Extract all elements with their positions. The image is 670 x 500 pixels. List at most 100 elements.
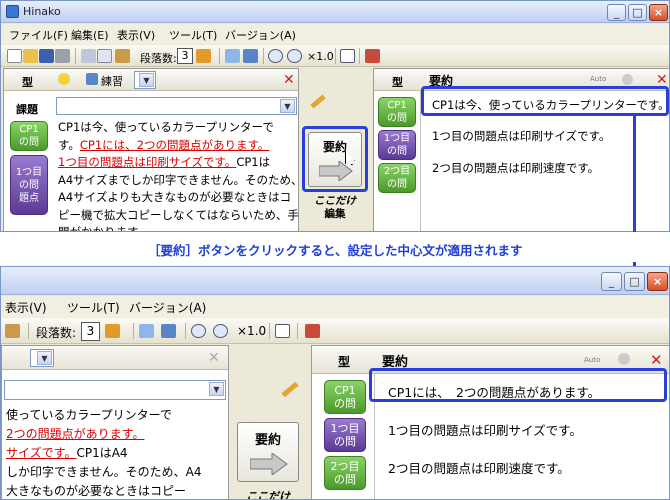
toolbar-separator — [75, 48, 76, 64]
sentence: CP1はA4 — [76, 446, 128, 460]
summary-line-highlight — [369, 368, 667, 402]
zoom-in-icon[interactable] — [287, 49, 302, 63]
sentence: A4サイズまでしか印字できません。そのため、 — [58, 172, 303, 187]
menu-view[interactable]: 表示(V) — [5, 299, 47, 316]
summary-line-2[interactable]: 1つ目の問題点は印刷サイズです。 — [432, 128, 610, 144]
app-icon — [6, 5, 19, 18]
cut-icon[interactable] — [81, 49, 96, 63]
minimize-icon[interactable]: _ — [607, 4, 626, 21]
chevron-down-icon: ▼ — [139, 73, 154, 87]
toolbar-separator — [28, 323, 29, 339]
highlighted-sentence: 2つの問題点があります。 — [6, 427, 145, 441]
maximize-icon[interactable]: □ — [624, 272, 645, 291]
menu-edit[interactable]: 編集(E) — [71, 27, 109, 43]
title-bar[interactable]: Hinako _ □ × — [1, 1, 669, 23]
menu-tools[interactable]: ツール(T) — [169, 27, 217, 43]
menu-version[interactable]: バージョン(A) — [225, 27, 296, 43]
toolbar-separator — [297, 323, 298, 339]
layout-icon[interactable] — [340, 49, 355, 63]
text-line: 間がかかります。 — [58, 224, 303, 232]
left-panel: 型 練習 ▼ ✕ 課題 ▼ CP1 の問 1つ目 の問 題点 CP1は今、使って… — [3, 68, 303, 231]
check-icon[interactable] — [225, 49, 240, 63]
text-line: 大きなものが必要なときはコピー — [6, 482, 202, 499]
toolbar-separator — [269, 323, 270, 339]
settings-tool-icon[interactable] — [305, 324, 320, 338]
paste-icon[interactable] — [5, 324, 20, 338]
menu-view[interactable]: 表示(V) — [117, 27, 155, 43]
right-tag-second[interactable]: 2つ目 の問 — [378, 163, 416, 193]
paragraphs-input[interactable]: 3 — [177, 48, 193, 64]
new-file-icon[interactable] — [7, 49, 22, 63]
auto-label[interactable]: Auto — [584, 356, 600, 364]
auto-label[interactable]: Auto — [590, 75, 606, 83]
toolbar-separator — [359, 48, 360, 64]
bottom-menu-bar: 表示(V) ツール(T) バージョン(A) — [1, 296, 669, 318]
highlighted-sentence: サイズです。 — [6, 446, 77, 460]
replace-icon[interactable] — [243, 49, 258, 63]
minimize-icon[interactable]: _ — [601, 272, 622, 291]
right-tag-second[interactable]: 2つ目 の問 — [324, 456, 366, 490]
style-select[interactable]: ▼ — [30, 349, 54, 367]
highlighted-sentence: 1つ目の問題点は印刷サイズです。 — [58, 155, 237, 169]
delete-icon[interactable]: ✕ — [650, 351, 663, 369]
bottom-title-bar[interactable]: _ □ × — [1, 267, 669, 295]
assignment-label: 課題 — [16, 103, 38, 116]
paragraph-menu-icon[interactable] — [196, 49, 211, 63]
right-tag-first[interactable]: 1つ目 の問 — [324, 418, 366, 452]
menu-tools[interactable]: ツール(T) — [67, 299, 120, 316]
paragraph-menu-icon[interactable] — [105, 324, 120, 338]
chevron-down-icon: ▼ — [280, 99, 295, 113]
right-type-label: 型 — [392, 76, 403, 89]
bottom-left-panel: ▼ ✕ ▼ 使っているカラープリンターで 2つの問題点があります。 サイズです。CP… — [1, 345, 229, 499]
only-here-label: ここだけ — [314, 195, 356, 207]
delete-icon[interactable]: ✕ — [208, 350, 220, 366]
summary-line-3[interactable]: 2つ目の問題点は印刷速度です。 — [388, 458, 570, 477]
zoom-in-icon[interactable] — [213, 324, 228, 338]
right-tag-cp1[interactable]: CP1 の問 — [378, 97, 416, 127]
style-icon[interactable] — [86, 73, 98, 85]
bulb-icon[interactable] — [58, 73, 70, 85]
bottom-toolbar: 段落数: 3 ×1.0 — [1, 318, 669, 344]
close-icon[interactable]: × — [647, 272, 668, 291]
chevron-down-icon: ▼ — [209, 382, 224, 396]
summary-line-2[interactable]: 1つ目の問題点は印刷サイズです。 — [388, 420, 582, 439]
text-line: A4サイズまでしか印字できません。そのため、 — [58, 172, 303, 190]
settings-tool-icon[interactable] — [365, 49, 380, 63]
summary-line-3[interactable]: 2つ目の問題点は印刷速度です。 — [432, 160, 599, 176]
summary-button[interactable]: 要約 — [237, 422, 299, 482]
layout-icon[interactable] — [275, 324, 290, 338]
copy-icon[interactable] — [97, 49, 112, 63]
print-icon[interactable] — [55, 49, 70, 63]
toolbar-separator — [263, 48, 264, 64]
assignment-select[interactable]: ▼ — [56, 97, 297, 115]
style-combo-label[interactable]: 練習 — [101, 73, 123, 89]
check-icon[interactable] — [139, 324, 154, 338]
tag-cp1[interactable]: CP1 の問 — [10, 121, 48, 151]
bulb-icon[interactable] — [618, 353, 630, 365]
bulb-icon[interactable] — [622, 74, 633, 85]
close-icon[interactable]: × — [649, 4, 668, 21]
only-here-edit-button[interactable]: ここだけ 編集 — [313, 195, 357, 221]
replace-icon[interactable] — [161, 324, 176, 338]
only-here-label[interactable]: ここだけ — [241, 488, 295, 499]
zoom-out-icon[interactable] — [268, 49, 283, 63]
zoom-out-icon[interactable] — [191, 324, 206, 338]
open-folder-icon[interactable] — [23, 49, 38, 63]
tag-first-problem[interactable]: 1つ目 の問 題点 — [10, 155, 48, 215]
assignment-text[interactable]: CP1は今、使っているカラープリンターで す。CP1には、2つの問題点があります。… — [58, 119, 303, 232]
menu-version[interactable]: バージョン(A) — [129, 299, 206, 316]
assignment-text[interactable]: 使っているカラープリンターで 2つの問題点があります。 サイズです。CP1はA4 しか… — [6, 406, 202, 499]
delete-icon[interactable]: ✕ — [283, 72, 295, 88]
maximize-icon[interactable]: □ — [628, 4, 647, 21]
menu-file[interactable]: ファイル(F) — [9, 27, 68, 43]
summary-button-label: 要約 — [254, 433, 281, 448]
sentence: 間がかかります。 — [58, 225, 149, 232]
assignment-select[interactable]: ▼ — [4, 380, 226, 400]
right-tag-first[interactable]: 1つ目 の問 — [378, 130, 416, 160]
style-select[interactable]: ▼ — [134, 71, 156, 89]
paragraphs-input[interactable]: 3 — [81, 322, 100, 341]
save-icon[interactable] — [39, 49, 54, 63]
paragraphs-label: 段落数: — [140, 52, 177, 65]
paste-icon[interactable] — [115, 49, 130, 63]
right-tag-cp1[interactable]: CP1 の問 — [324, 380, 366, 414]
